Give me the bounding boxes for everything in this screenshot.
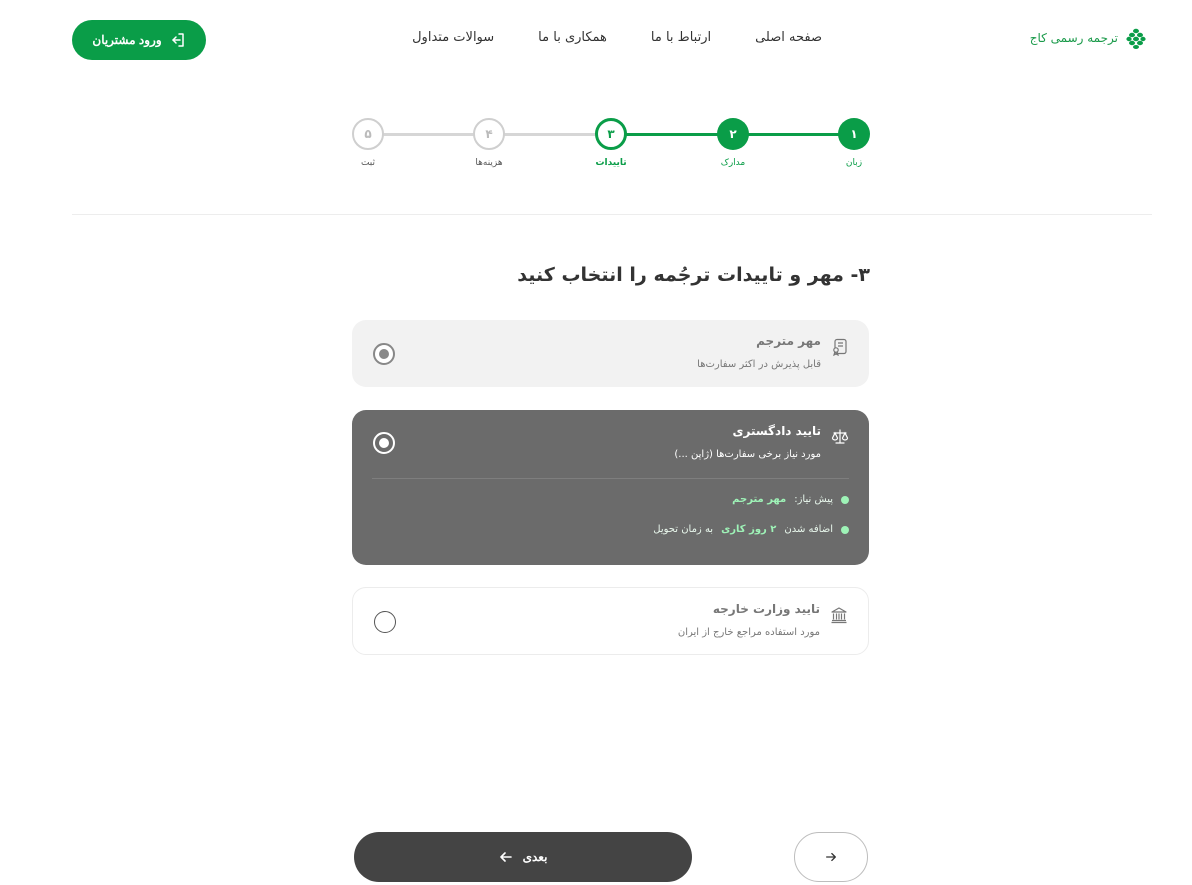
bullet-dot-icon [841, 495, 849, 504]
note-prefix: اضافه شدن [784, 524, 833, 535]
government-building-icon [831, 607, 847, 624]
option-radio[interactable] [374, 611, 396, 633]
customer-login-button[interactable]: ورود مشتریان [72, 20, 206, 60]
note-suffix: به زمان تحویل [653, 524, 714, 535]
option-subtitle: قابل پذیرش در اکثر سفارت‌ها [697, 359, 821, 370]
progress-stepper: ۱ زبان ۲ مدارک ۳ تاییدات ۴ هزینه‌ها ۵ ثب… [0, 118, 1192, 178]
scales-icon [831, 429, 849, 444]
brand[interactable]: ترجمه رسمی کاج [1030, 26, 1148, 50]
option-subtitle: مورد استفاده مراجع خارج از ایران [677, 627, 820, 638]
step-documents[interactable]: ۲ مدارک [717, 118, 749, 168]
option-title: مهر مترجم [756, 334, 821, 348]
header: ترجمه رسمی کاج صفحه اصلی ارتباط با ما هم… [0, 0, 1192, 80]
step-approvals[interactable]: ۳ تاییدات [595, 118, 627, 168]
pinecone-logo-icon [1126, 28, 1146, 49]
option-justice-approval[interactable]: تایید دادگستری مورد نیاز برخی سفارت‌ها (… [352, 410, 869, 565]
main-nav: صفحه اصلی ارتباط با ما همکاری با ما سوال… [412, 30, 822, 45]
step-label: مدارک [720, 158, 746, 168]
option-title: تایید دادگستری [732, 424, 821, 438]
header-divider [72, 214, 1152, 215]
step-language[interactable]: ۱ زبان [838, 118, 870, 168]
bullet-dot-icon [841, 525, 849, 534]
next-label: بعدی [522, 850, 548, 864]
back-button[interactable] [794, 832, 868, 882]
option-foreign-ministry-approval[interactable]: تایید وزارت خارجه مورد استفاده مراجع خار… [352, 587, 869, 655]
step-label: هزینه‌ها [475, 158, 503, 168]
step-label: تاییدات [595, 158, 627, 168]
step-register[interactable]: ۵ ثبت [352, 118, 384, 168]
page-title: ۳- مهر و تاییدات ترجُمه را انتخاب کنید [517, 264, 870, 286]
note-highlight: ۲ روز کاری [721, 524, 777, 535]
note-highlight: مهر مترجم [732, 494, 787, 505]
step-number: ۱ [838, 118, 870, 150]
note-prefix: پیش نیاز: [794, 494, 833, 505]
step-number: ۲ [717, 118, 749, 150]
nav-home[interactable]: صفحه اصلی [755, 30, 822, 45]
card-divider [372, 478, 849, 479]
option-subtitle: مورد نیاز برخی سفارت‌ها (ژاپن ...) [674, 449, 821, 460]
step-number: ۳ [595, 118, 627, 150]
option-radio[interactable] [373, 343, 395, 365]
step-costs[interactable]: ۴ هزینه‌ها [473, 118, 505, 168]
nav-cooperation[interactable]: همکاری با ما [538, 30, 607, 45]
step-number: ۴ [473, 118, 505, 150]
brand-name: ترجمه رسمی کاج [1029, 31, 1118, 45]
option-translator-seal[interactable]: مهر مترجم قابل پذیرش در اکثر سفارت‌ها [352, 320, 869, 387]
next-button[interactable]: بعدی [354, 832, 692, 882]
login-arrow-icon [171, 33, 184, 47]
nav-faq[interactable]: سوالات متداول [412, 30, 494, 45]
arrow-left-icon [499, 852, 512, 862]
step-label: زبان [845, 158, 863, 168]
prerequisite-note: پیش نیاز: مهر مترجم [732, 494, 849, 505]
certificate-icon [833, 338, 847, 356]
arrow-right-icon [826, 852, 836, 862]
step-label: ثبت [360, 158, 376, 168]
step-number: ۵ [352, 118, 384, 150]
nav-contact[interactable]: ارتباط با ما [651, 30, 711, 45]
delivery-time-note: اضافه شدن ۲ روز کاری به زمان تحویل [653, 524, 849, 535]
option-title: تایید وزارت خارجه [712, 602, 820, 616]
login-label: ورود مشتریان [92, 33, 162, 47]
option-radio[interactable] [373, 432, 395, 454]
